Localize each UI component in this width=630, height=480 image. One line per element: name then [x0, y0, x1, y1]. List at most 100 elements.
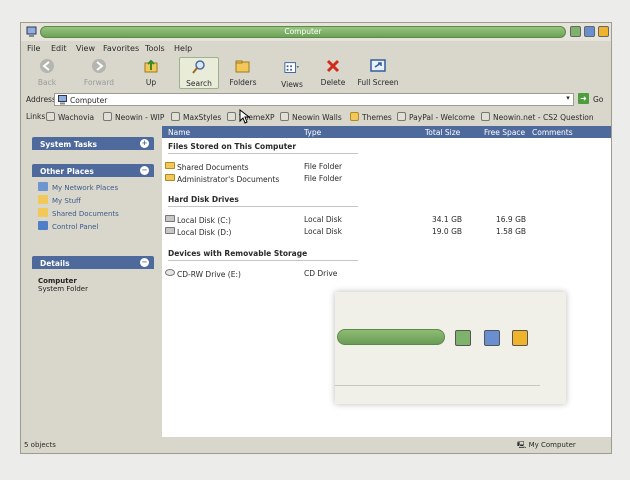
folders-label: Folders: [229, 78, 257, 87]
delete-x-icon: [326, 59, 340, 73]
status-bar: 5 objects 🖳 My Computer: [21, 437, 611, 453]
address-bar: Address Computer ▾ ➜ Go: [21, 91, 611, 107]
title-bar[interactable]: Computer: [21, 23, 611, 41]
page-icon: [103, 112, 112, 121]
status-object-count: 5 objects: [24, 441, 56, 449]
table-row[interactable]: Local Disk (C:) Local Disk 34.1 GB 16.9 …: [162, 214, 611, 226]
folders-button[interactable]: Folders: [227, 57, 259, 89]
minimize-preview-icon: [455, 330, 471, 346]
back-label: Back: [37, 78, 57, 87]
link-neowin-walls[interactable]: Neowin Walls: [280, 112, 342, 122]
page-icon: [46, 112, 55, 121]
network-icon: [38, 182, 48, 191]
search-button[interactable]: Search: [179, 57, 219, 89]
mouse-pointer-icon: [239, 109, 250, 124]
table-row[interactable]: Administrator's Documents File Folder: [162, 173, 611, 185]
hard-disk-icon: [165, 227, 175, 234]
expand-icon[interactable]: +: [140, 139, 149, 148]
search-label: Search: [186, 79, 212, 88]
folder-icon: [165, 162, 175, 169]
forward-button[interactable]: Forward: [79, 57, 119, 89]
collapse-icon[interactable]: −: [140, 166, 149, 175]
menu-favorites[interactable]: Favorites: [103, 44, 139, 53]
folder-icon: [38, 195, 48, 204]
system-tasks-panel: System Tasks +: [32, 137, 154, 150]
place-network[interactable]: My Network Places: [38, 182, 148, 195]
maximize-button[interactable]: [584, 26, 595, 37]
menu-help[interactable]: Help: [174, 44, 192, 53]
page-icon: [280, 112, 289, 121]
column-type[interactable]: Type: [304, 128, 321, 137]
column-total-size[interactable]: Total Size: [425, 128, 460, 137]
table-row[interactable]: Shared Documents File Folder: [162, 161, 611, 173]
column-comments[interactable]: Comments: [532, 128, 573, 137]
group-header: Hard Disk Drives: [168, 195, 358, 207]
fullscreen-label: Full Screen: [357, 78, 399, 87]
place-shared-documents[interactable]: Shared Documents: [38, 208, 148, 221]
fullscreen-icon: [370, 59, 386, 72]
divider: [335, 385, 540, 386]
views-icon: [284, 62, 300, 73]
links-label: Links: [26, 112, 46, 121]
up-folder-icon: [144, 59, 158, 73]
link-themes[interactable]: Themes: [350, 112, 392, 122]
hard-disk-icon: [165, 215, 175, 222]
back-button[interactable]: Back: [31, 57, 63, 89]
link-maxstyles[interactable]: MaxStyles: [171, 112, 221, 122]
menu-file[interactable]: File: [27, 44, 40, 53]
close-preview-icon: [512, 330, 528, 346]
menu-edit[interactable]: Edit: [51, 44, 67, 53]
window-title: Computer: [40, 26, 566, 38]
go-button[interactable]: Go: [593, 95, 603, 104]
other-places-panel: Other Places − My Network Places My Stuf…: [32, 164, 154, 239]
task-pane: System Tasks + Other Places − My Network…: [21, 124, 161, 437]
details-name: Computer: [38, 277, 77, 285]
collapse-icon[interactable]: −: [140, 258, 149, 267]
table-row[interactable]: CD-RW Drive (E:) CD Drive: [162, 268, 611, 280]
window-buttons-preview: [335, 292, 566, 404]
page-icon: [481, 112, 490, 121]
explorer-window: Computer File Edit View Favorites Tools …: [20, 22, 612, 454]
minimize-button[interactable]: [570, 26, 581, 37]
link-themexp[interactable]: ThemeXP: [227, 112, 275, 122]
close-button[interactable]: [598, 26, 609, 37]
up-label: Up: [145, 78, 157, 87]
toolbar: Back Forward Up Search Folders Views Del…: [21, 56, 611, 90]
views-label: Views: [281, 80, 303, 89]
column-free-space[interactable]: Free Space: [484, 128, 525, 137]
folder-icon: [38, 208, 48, 217]
link-wachovia[interactable]: Wachovia: [46, 112, 94, 122]
link-neowin-wip[interactable]: Neowin - WIP: [103, 112, 164, 122]
views-button[interactable]: Views: [277, 59, 307, 91]
address-input[interactable]: Computer: [54, 93, 574, 106]
maximize-preview-icon: [484, 330, 500, 346]
go-arrow-icon[interactable]: ➜: [578, 93, 589, 104]
link-paypal[interactable]: PayPal - Welcome: [397, 112, 475, 122]
other-places-header[interactable]: Other Places −: [32, 164, 154, 177]
place-control-panel[interactable]: Control Panel: [38, 221, 148, 234]
computer-icon[interactable]: [26, 26, 37, 38]
up-button[interactable]: Up: [137, 57, 165, 89]
column-name[interactable]: Name: [168, 128, 190, 137]
page-icon: [171, 112, 180, 121]
menu-view[interactable]: View: [76, 44, 95, 53]
group-header: Devices with Removable Storage: [168, 249, 358, 261]
address-dropdown-icon[interactable]: ▾: [563, 94, 573, 104]
delete-button[interactable]: Delete: [318, 57, 348, 89]
details-panel: Details − Computer System Folder: [32, 256, 154, 298]
computer-icon: [58, 95, 67, 105]
table-row[interactable]: Local Disk (D:) Local Disk 19.0 GB 1.58 …: [162, 226, 611, 238]
details-header[interactable]: Details −: [32, 256, 154, 269]
folders-icon: [235, 60, 250, 73]
computer-icon: 🖳: [517, 441, 529, 449]
status-location: 🖳 My Computer: [517, 441, 576, 449]
link-neowin-cs2[interactable]: Neowin.net - CS2 Question: [481, 112, 594, 122]
fullscreen-button[interactable]: Full Screen: [355, 57, 401, 89]
address-label: Address: [26, 95, 56, 104]
control-panel-icon: [38, 221, 48, 230]
title-bar-preview: [337, 329, 445, 345]
system-tasks-header[interactable]: System Tasks +: [32, 137, 154, 150]
menu-tools[interactable]: Tools: [145, 44, 165, 53]
page-icon: [397, 112, 406, 121]
place-my-stuff[interactable]: My Stuff: [38, 195, 148, 208]
